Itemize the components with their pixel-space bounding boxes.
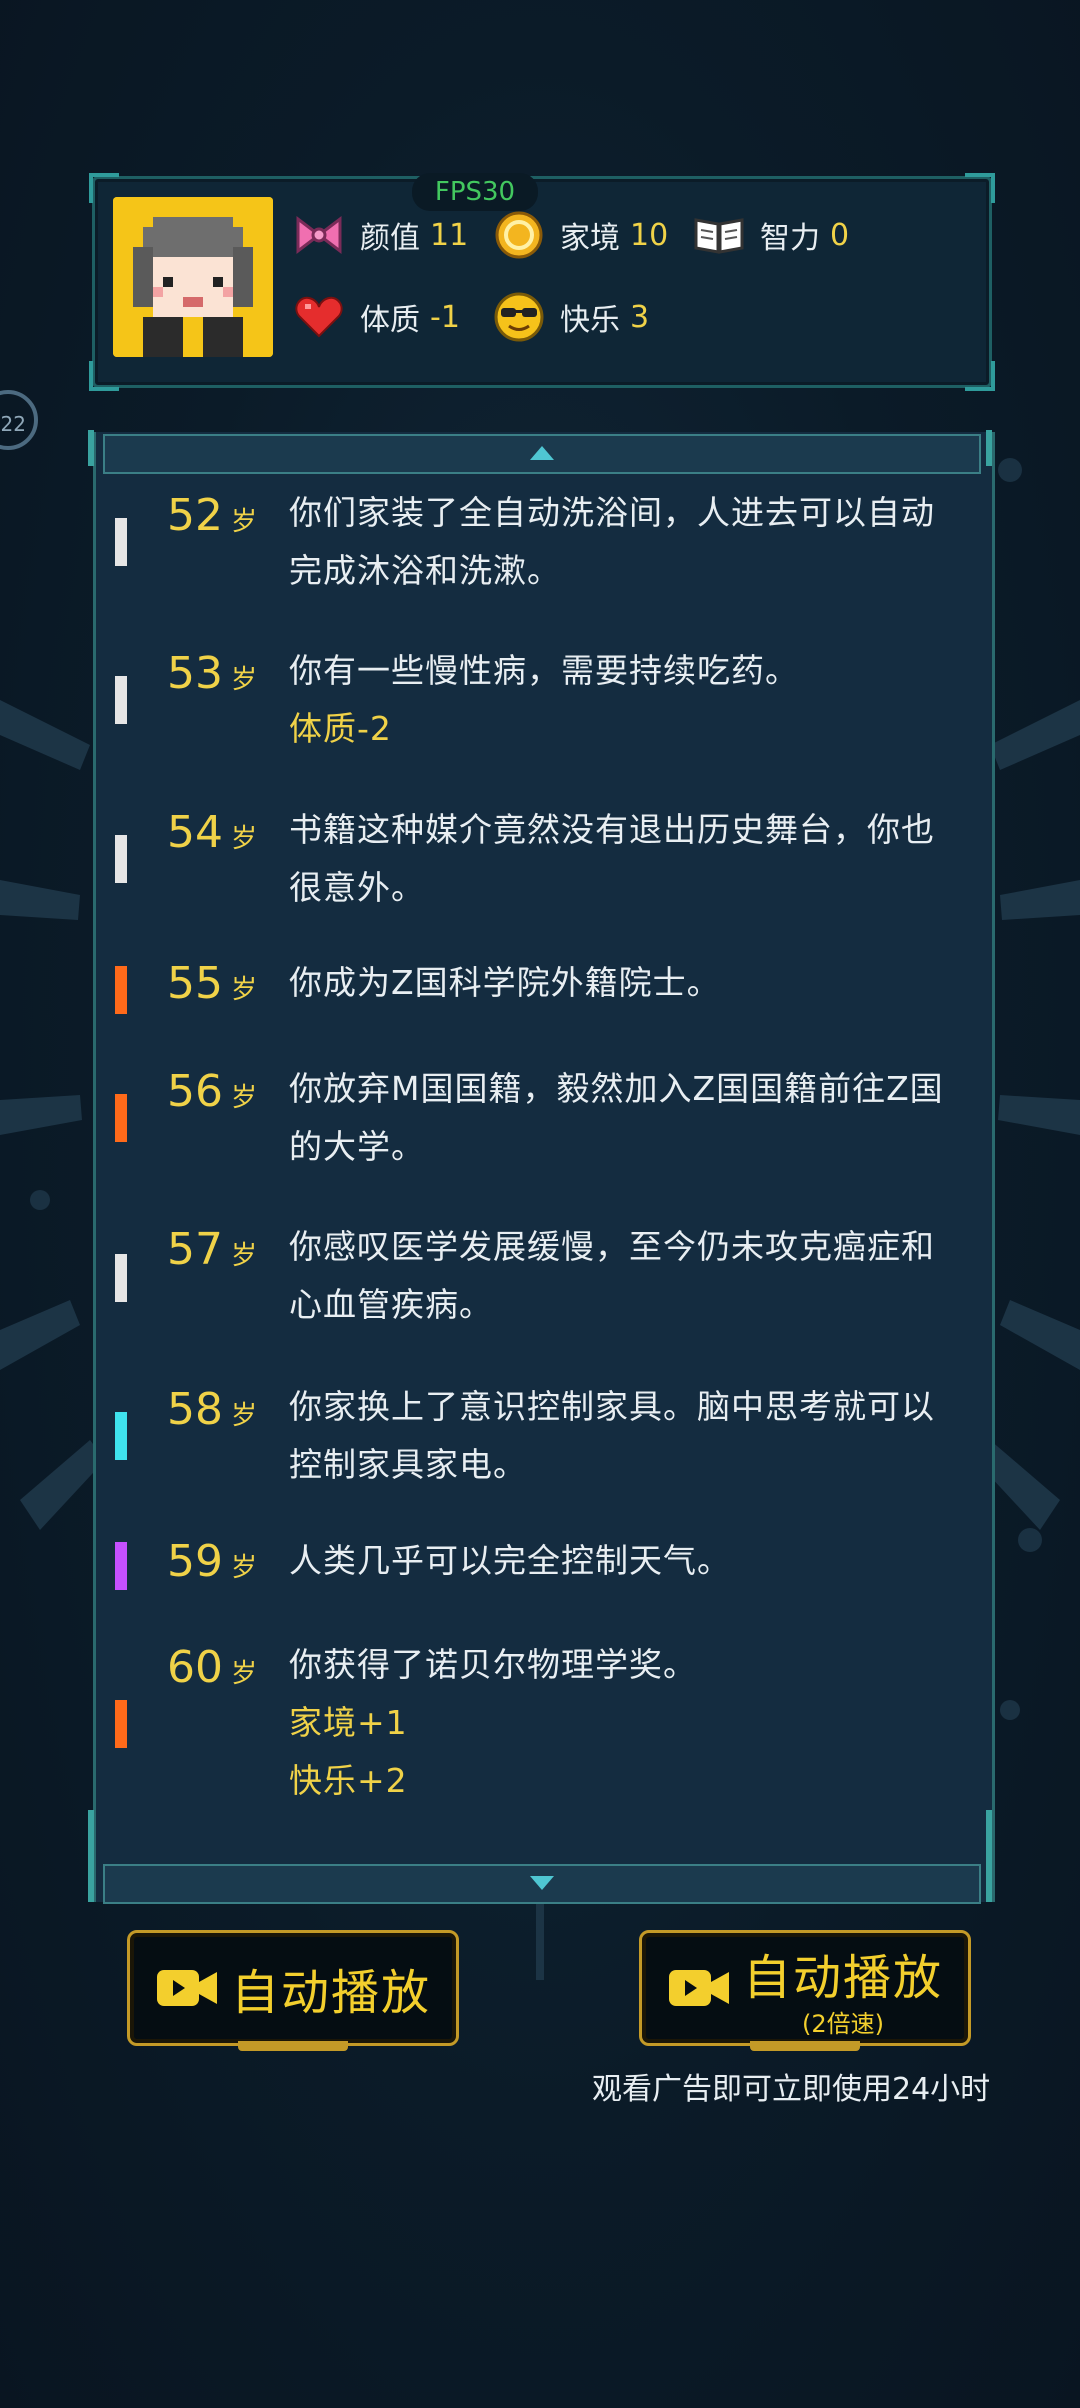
event-text: 你获得了诺贝尔物理学奖。 家境+1 快乐+2 — [289, 1636, 949, 1810]
autoplay-2x-text: 自动播放 (2倍速) — [743, 1938, 943, 2039]
heart-icon — [292, 290, 346, 344]
event-age: 52 岁 — [167, 490, 258, 541]
event-age: 60 岁 — [167, 1642, 258, 1693]
stat-family: 家境 10 — [492, 208, 668, 262]
rarity-tag — [115, 518, 127, 566]
stat-label: 颜值 — [360, 221, 420, 256]
stat-label: 体质 — [360, 303, 420, 338]
scroll-up-button[interactable] — [103, 434, 981, 474]
rarity-tag — [115, 966, 127, 1014]
scroll-down-button[interactable] — [103, 1864, 981, 1904]
event-text: 你成为Z国科学院外籍院士。 — [289, 963, 721, 1002]
stat-constitution: 体质 -1 — [292, 290, 460, 344]
ad-note: 观看广告即可立即使用24小时 — [592, 2072, 991, 2107]
sunglasses-face-icon — [492, 290, 546, 344]
rarity-tag — [115, 1412, 127, 1460]
event-text: 你家换上了意识控制家具。脑中思考就可以控制家具家电。 — [289, 1387, 935, 1484]
chevron-up-icon — [530, 446, 554, 460]
stat-value: 0 — [830, 217, 850, 253]
stat-value: 11 — [430, 217, 469, 253]
rarity-tag — [115, 676, 127, 724]
stat-appearance: 颜值 11 — [292, 208, 468, 262]
panel-edge — [986, 1810, 992, 1902]
coin-icon — [492, 208, 546, 262]
panel-edge — [88, 1810, 94, 1902]
stat-value: 10 — [630, 217, 669, 253]
autoplay-2x-button[interactable]: 自动播放 (2倍速) — [639, 1930, 971, 2051]
rarity-tag — [115, 835, 127, 883]
event-text: 你们家装了全自动洗浴间，人进去可以自动完成沐浴和洗漱。 — [289, 493, 935, 590]
stat-value: -1 — [430, 299, 460, 335]
event-age: 55 岁 — [167, 958, 258, 1009]
rarity-tag — [115, 1094, 127, 1142]
event-text: 书籍这种媒介竟然没有退出历史舞台，你也很意外。 — [289, 810, 935, 907]
event-age: 59 岁 — [167, 1536, 258, 1587]
stat-label: 快乐 — [560, 303, 620, 338]
autoplay-button[interactable]: 自动播放 — [127, 1930, 459, 2051]
effect-text: 体质-2 — [289, 709, 392, 748]
autoplay-2x-label: 自动播放 — [742, 1949, 943, 2006]
event-text: 你有一些慢性病，需要持续吃药。 体质-2 — [289, 642, 949, 758]
effect-text: 快乐+2 — [289, 1761, 408, 1800]
event-age: 54 岁 — [167, 807, 258, 858]
bow-icon — [292, 208, 346, 262]
button-tab — [238, 2041, 348, 2051]
stat-label: 家境 — [560, 221, 620, 256]
rarity-tag — [115, 1542, 127, 1590]
book-icon — [692, 208, 746, 262]
event-age: 56 岁 — [167, 1066, 258, 1117]
rarity-tag — [115, 1254, 127, 1302]
effect-text: 家境+1 — [289, 1703, 408, 1742]
video-camera-icon — [155, 1964, 219, 2012]
event-text: 你感叹医学发展缓慢，至今仍未攻克癌症和心血管疾病。 — [289, 1227, 935, 1324]
event-age: 53 岁 — [167, 648, 258, 699]
fps-counter: FPS30 — [412, 173, 538, 211]
panel-edge — [88, 430, 94, 466]
stat-intelligence: 智力 0 — [692, 208, 849, 262]
event-age: 58 岁 — [167, 1384, 258, 1435]
button-tab — [750, 2041, 860, 2051]
event-age: 57 岁 — [167, 1224, 258, 1275]
video-camera-icon — [667, 1964, 731, 2012]
stat-value: 3 — [630, 299, 650, 335]
chevron-down-icon — [530, 1876, 554, 1890]
stat-happiness: 快乐 3 — [492, 290, 649, 344]
event-text: 你放弃M国国籍，毅然加入Z国国籍前往Z国的大学。 — [289, 1069, 944, 1166]
avatar — [113, 197, 273, 357]
speed-label: (2倍速) — [801, 2009, 884, 2038]
autoplay-label: 自动播放 — [230, 1965, 431, 2021]
panel-edge — [986, 430, 992, 466]
event-text: 人类几乎可以完全控制天气。 — [289, 1541, 731, 1580]
stat-label: 智力 — [760, 221, 820, 256]
rarity-tag — [115, 1700, 127, 1748]
